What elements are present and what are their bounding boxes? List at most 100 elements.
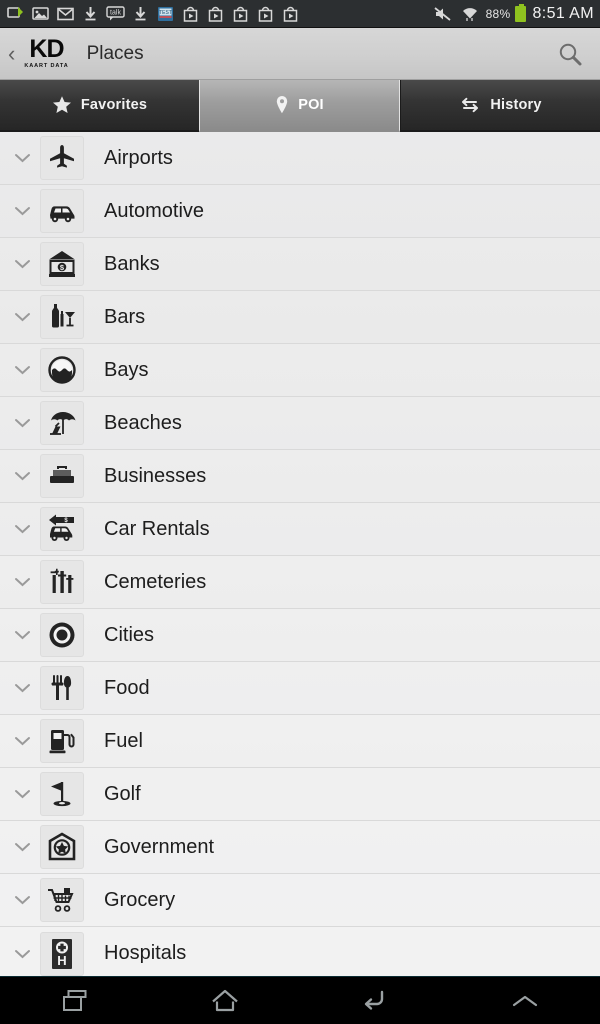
bay-icon [40,348,84,392]
tab-history[interactable]: History [400,80,600,132]
tab-label-favorites: Favorites [80,97,148,113]
list-item[interactable]: Golf [0,768,600,821]
chevron-down-icon[interactable] [8,630,36,640]
status-bar-notification-icons: talk TEST [4,4,432,24]
download-icon-2 [129,4,151,24]
list-item-label: Banks [104,252,160,275]
list-item-label: Grocery [104,888,176,911]
chevron-down-icon[interactable] [8,683,36,693]
list-item-label: Fuel [104,729,143,752]
list-item[interactable]: Beaches [0,397,600,450]
list-item[interactable]: $ Banks [0,238,600,291]
up-navigation-chevron-icon[interactable]: ‹ [6,42,20,65]
clock-label: 8:51 AM [532,4,594,22]
app-logo-text: KD [29,35,64,64]
play-store-icon-1 [179,4,201,24]
list-item-label: Beaches [104,411,182,434]
list-item[interactable]: Grocery [0,874,600,927]
list-item[interactable]: Fuel [0,715,600,768]
play-store-icon-4 [254,4,276,24]
app-logo[interactable]: KD KAART DATA [20,35,72,69]
chevron-down-icon[interactable] [8,895,36,905]
gallery-icon [29,4,51,24]
list-item-label: Cemeteries [104,570,207,593]
list-item-label: Cities [104,623,155,646]
poi-category-list[interactable]: Airports Automotive $ Banks Bars Bays Be… [0,132,600,976]
chevron-down-icon[interactable] [8,524,36,534]
status-bar-system-icons: 88% 8:51 AM [432,3,594,24]
chevron-down-icon[interactable] [8,471,36,481]
chevron-down-icon[interactable] [8,206,36,216]
tab-favorites[interactable]: Favorites [0,80,199,132]
list-item[interactable]: Bars [0,291,600,344]
search-icon[interactable] [550,34,590,74]
app-icon: TEST [154,4,176,24]
airplane-icon [40,136,84,180]
car-rental-icon: $ [40,507,84,551]
list-item[interactable]: H Hospitals [0,927,600,976]
list-item[interactable]: Cemeteries [0,556,600,609]
gmail-icon [54,4,76,24]
list-item-label: Food [104,676,150,699]
chevron-down-icon[interactable] [8,259,36,269]
tab-label-poi: POI [298,97,324,113]
map-pin-icon [275,95,289,115]
chevron-down-icon[interactable] [8,153,36,163]
list-item-label: Airports [104,146,173,169]
play-store-icon-3 [229,4,251,24]
cemetery-crosses-icon [40,560,84,604]
chevron-down-icon[interactable] [8,312,36,322]
list-item[interactable]: Bays [0,344,600,397]
hospital-h-icon: H [40,931,84,976]
chevron-down-icon[interactable] [8,577,36,587]
wifi-icon [459,4,481,24]
list-item[interactable]: Automotive [0,185,600,238]
list-item[interactable]: Airports [0,132,600,185]
chevron-down-icon[interactable] [8,736,36,746]
list-item-label: Businesses [104,464,207,487]
fork-knife-icon [40,666,84,710]
play-store-icon-2 [204,4,226,24]
list-item-label: Bays [104,358,149,381]
list-item[interactable]: $ Car Rentals [0,503,600,556]
svg-text:H: H [57,953,66,968]
app-logo-subtext: KAART DATA [24,62,69,69]
chevron-down-icon[interactable] [8,949,36,959]
chevron-down-icon[interactable] [8,365,36,375]
recents-button[interactable] [0,977,150,1024]
play-store-icon-5 [279,4,301,24]
talk-icon: talk [104,4,126,24]
home-button[interactable] [150,977,300,1024]
list-item-label: Automotive [104,199,205,222]
city-circle-icon [40,613,84,657]
list-item[interactable]: Businesses [0,450,600,503]
list-item-label: Bars [104,305,146,328]
fuel-pump-icon [40,719,84,763]
tab-label-history: History [490,97,542,113]
list-item[interactable]: Food [0,662,600,715]
golf-flag-icon [40,772,84,816]
list-item-label: Car Rentals [104,517,210,540]
car-icon [40,189,84,233]
battery-icon [515,3,527,22]
android-screen: talk TEST 88% 8:51 AM ‹ KD KAART DATA Pl… [0,0,600,1024]
chevron-down-icon[interactable] [8,789,36,799]
list-item[interactable]: Cities [0,609,600,662]
action-bar: ‹ KD KAART DATA Places [0,28,600,80]
chevron-down-icon[interactable] [8,842,36,852]
tab-poi[interactable]: POI [199,80,400,132]
chevron-down-icon[interactable] [8,418,36,428]
back-button[interactable] [300,977,450,1024]
government-building-icon [40,825,84,869]
status-bar: talk TEST 88% 8:51 AM [0,0,600,28]
shopping-cart-icon [40,878,84,922]
list-item-label: Golf [104,782,141,805]
list-item[interactable]: Government [0,821,600,874]
usb-sync-icon [4,4,26,24]
battery-percent-label: 88% [485,6,511,21]
expand-button[interactable] [450,977,600,1024]
system-navigation-bar [0,976,600,1024]
list-item-label: Hospitals [104,942,187,964]
download-icon [79,4,101,24]
svg-text:TEST: TEST [159,10,172,16]
